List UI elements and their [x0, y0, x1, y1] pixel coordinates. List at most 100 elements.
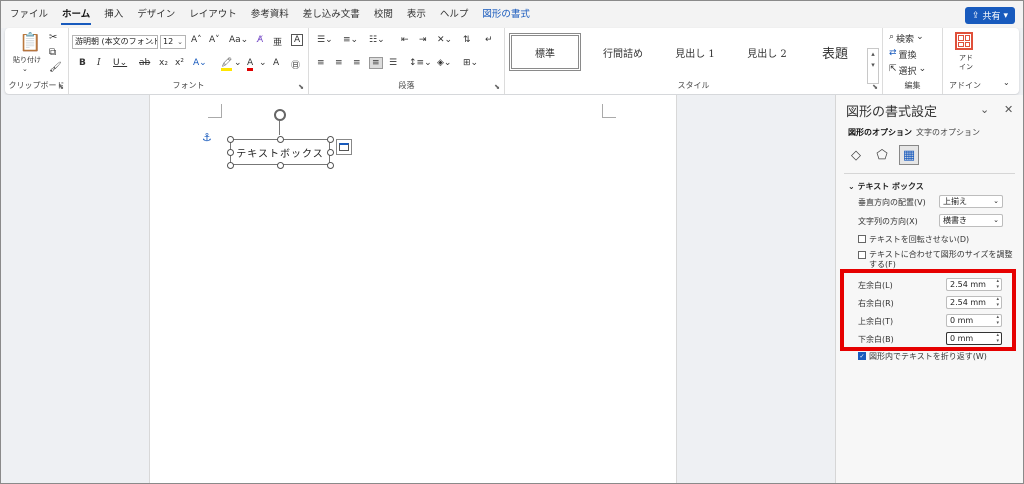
find-button[interactable]: ⌕ 検索 ⌄: [889, 32, 924, 45]
bold-icon[interactable]: B: [79, 58, 86, 68]
tab-mailings[interactable]: 差し込み文書: [296, 1, 367, 28]
clear-formatting-icon[interactable]: A̸: [257, 35, 263, 45]
character-shading-icon[interactable]: A: [273, 58, 279, 68]
line-spacing-icon[interactable]: ↕≡⌄: [409, 58, 432, 68]
top-margin-input[interactable]: 0 mm ▴ ▾: [946, 314, 1002, 327]
effects-icon[interactable]: ⬠: [872, 145, 892, 165]
textbox-section-header[interactable]: ⌄ テキスト ボックス: [848, 181, 924, 192]
change-case-icon[interactable]: Aa⌄: [229, 35, 248, 45]
multilevel-list-icon[interactable]: ☷⌄: [369, 35, 385, 45]
align-center-icon[interactable]: ≡: [335, 58, 343, 68]
spinner-arrows-icon[interactable]: ▴ ▾: [996, 314, 999, 326]
sort-icon[interactable]: ⇅: [463, 35, 471, 45]
chevron-down-icon[interactable]: ⌄: [234, 58, 242, 68]
collapse-ribbon-icon[interactable]: ⌄: [1003, 78, 1010, 87]
resize-handle-bottom-right[interactable]: [327, 162, 334, 169]
paste-icon[interactable]: 📋: [19, 32, 41, 53]
tab-help[interactable]: ヘルプ: [433, 1, 476, 28]
gallery-scroll-buttons[interactable]: ▴ ▾: [867, 48, 879, 84]
tab-shape-options[interactable]: 図形のオプション: [848, 127, 912, 138]
resize-handle-right[interactable]: [327, 149, 334, 156]
style-title[interactable]: 表題: [799, 33, 871, 71]
decrease-indent-icon[interactable]: ⇤: [401, 35, 409, 45]
spinner-arrows-icon[interactable]: ▴ ▾: [996, 332, 999, 344]
copy-icon[interactable]: ⧉: [49, 47, 56, 58]
resize-handle-bottom-left[interactable]: [227, 162, 234, 169]
tab-insert[interactable]: 挿入: [97, 1, 130, 28]
style-no-spacing[interactable]: 行間詰め: [587, 33, 659, 71]
pane-options-icon[interactable]: ⌄: [980, 103, 989, 116]
cut-icon[interactable]: ✂: [49, 32, 57, 43]
fill-line-icon[interactable]: ◇: [846, 145, 866, 165]
chevron-down-icon[interactable]: ⌄: [259, 58, 267, 68]
addins-button-label[interactable]: アド イン: [955, 54, 977, 72]
bullets-icon[interactable]: ☰⌄: [317, 35, 333, 45]
phonetic-guide-icon[interactable]: 亜: [273, 35, 282, 48]
strikethrough-icon[interactable]: ab: [139, 58, 150, 68]
dialog-launcher-icon[interactable]: ⬊: [494, 83, 500, 91]
align-left-icon[interactable]: ≡: [317, 58, 325, 68]
resize-handle-top-left[interactable]: [227, 136, 234, 143]
right-margin-input[interactable]: 2.54 mm ▴ ▾: [946, 296, 1002, 309]
resize-handle-left[interactable]: [227, 149, 234, 156]
underline-icon[interactable]: U⌄: [113, 58, 127, 68]
grow-font-icon[interactable]: A˄: [191, 35, 202, 45]
distributed-icon[interactable]: ☰: [389, 58, 397, 68]
justify-icon[interactable]: ≡: [369, 57, 383, 69]
vertical-align-select[interactable]: 上揃え ⌄: [939, 195, 1003, 208]
rotate-handle-icon[interactable]: [274, 109, 286, 121]
dialog-launcher-icon[interactable]: ⬊: [872, 83, 878, 91]
left-margin-input[interactable]: 2.54 mm ▴ ▾: [946, 278, 1002, 291]
spinner-arrows-icon[interactable]: ▴ ▾: [996, 296, 999, 308]
share-button[interactable]: ⇪ 共有 ▾: [965, 7, 1015, 24]
tab-text-options[interactable]: 文字のオプション: [916, 127, 980, 138]
dialog-launcher-icon[interactable]: ⬊: [298, 83, 304, 91]
italic-icon[interactable]: I: [97, 58, 101, 68]
font-name-combo[interactable]: 游明朝 (本文のフォント ⌄: [72, 35, 158, 49]
select-button[interactable]: ⇱ 選択 ⌄: [889, 64, 926, 77]
paste-button-label[interactable]: 貼り付け: [13, 55, 41, 65]
document-page[interactable]: ⚓ テキストボックス: [149, 95, 677, 483]
tab-home[interactable]: ホーム: [55, 1, 97, 28]
style-heading-2[interactable]: 見出し 2: [731, 33, 803, 71]
text-box-content[interactable]: テキストボックス: [236, 145, 323, 160]
highlight-icon[interactable]: 🖍: [221, 58, 233, 71]
tab-view[interactable]: 表示: [400, 1, 433, 28]
tab-design[interactable]: デザイン: [130, 1, 182, 28]
shading-icon[interactable]: ◈⌄: [437, 58, 451, 68]
text-direction-icon[interactable]: ✕⌄: [437, 35, 452, 45]
enclosed-character-icon[interactable]: ㊐: [291, 58, 300, 71]
resize-handle-bottom[interactable]: [277, 162, 284, 169]
tab-review[interactable]: 校閲: [367, 1, 400, 28]
dialog-launcher-icon[interactable]: ⬊: [58, 83, 64, 91]
shrink-font-icon[interactable]: A˅: [209, 35, 220, 45]
wrap-checkbox[interactable]: ✓: [858, 352, 866, 360]
font-color-icon[interactable]: A: [247, 58, 254, 71]
subscript-icon[interactable]: x₂: [159, 58, 168, 68]
addins-icon[interactable]: [955, 32, 973, 50]
numbering-icon[interactable]: ≡⌄: [343, 35, 358, 45]
tab-references[interactable]: 参考資料: [244, 1, 296, 28]
show-marks-icon[interactable]: ↵: [485, 35, 493, 45]
replace-button[interactable]: ⇄ 置換: [889, 48, 917, 61]
no-rotate-checkbox[interactable]: [858, 235, 866, 243]
resize-handle-top[interactable]: [277, 136, 284, 143]
character-border-icon[interactable]: A: [291, 34, 304, 46]
tab-shape-format[interactable]: 図形の書式: [475, 1, 537, 28]
increase-indent-icon[interactable]: ⇥: [419, 35, 427, 45]
borders-icon[interactable]: ⊞⌄: [463, 58, 478, 68]
text-direction-select[interactable]: 横書き ⌄: [939, 214, 1003, 227]
text-effects-icon[interactable]: A⌄: [193, 58, 207, 68]
superscript-icon[interactable]: x²: [175, 58, 184, 68]
spinner-arrows-icon[interactable]: ▴ ▾: [996, 278, 999, 290]
bottom-margin-input[interactable]: 0 mm ▴ ▾: [946, 332, 1002, 345]
style-normal[interactable]: 標準: [509, 33, 581, 71]
layout-properties-icon[interactable]: ▦: [899, 145, 919, 165]
align-right-icon[interactable]: ≡: [353, 58, 361, 68]
tab-file[interactable]: ファイル: [1, 1, 55, 28]
layout-options-button[interactable]: [336, 139, 352, 155]
style-heading-1[interactable]: 見出し 1: [659, 33, 731, 71]
autofit-checkbox[interactable]: [858, 251, 866, 259]
chevron-down-icon[interactable]: ⌄: [22, 65, 28, 73]
font-size-combo[interactable]: 12 ⌄: [160, 35, 186, 49]
